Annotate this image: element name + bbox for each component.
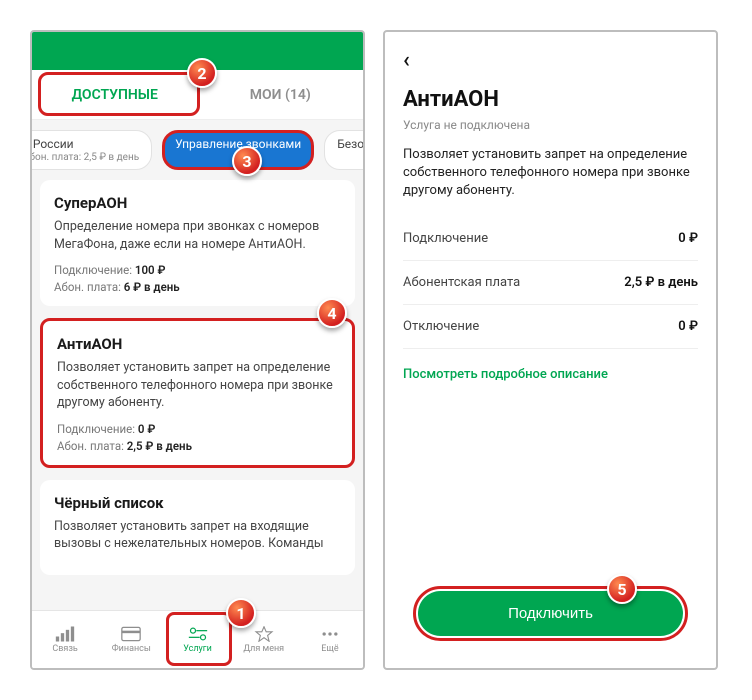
annotation-badge-4: 4 xyxy=(317,298,347,328)
tab-available[interactable]: ДОСТУПНЫЕ xyxy=(32,70,198,119)
price-row-subscription: Абонентская плата 2,5 ₽ в день xyxy=(403,261,698,305)
annotation-badge-5: 5 xyxy=(607,574,637,604)
signal-icon xyxy=(55,626,75,642)
nav-label: Услуги xyxy=(183,644,212,654)
card-connection: Подключение: 100 ₽ xyxy=(54,263,341,277)
card-title: Чёрный список xyxy=(54,494,341,512)
card-desc: Позволяет установить запрет на входящие … xyxy=(54,518,341,553)
card-fee: Абон. плата: 6 ₽ в день xyxy=(54,280,341,294)
back-button[interactable]: ‹ xyxy=(403,48,698,73)
card-fee: Абон. плата: 2,5 ₽ в день xyxy=(57,439,338,453)
nav-label: Финансы xyxy=(112,644,151,654)
chip-security[interactable]: Безопас xyxy=(324,130,363,170)
chip-sublabel: Абон. плата: 2,5 ₽ в день xyxy=(32,152,139,163)
bottom-nav: Связь Финансы Услуги Для меня Ещё xyxy=(32,610,363,668)
price-label: Отключение xyxy=(403,319,479,334)
screen-services-list: ДОСТУПНЫЕ МОИ (14) о России Абон. плата:… xyxy=(30,30,365,670)
chip-label: о России xyxy=(32,137,74,151)
services-list: СуперАОН Определение номера при звонках … xyxy=(32,180,363,610)
annotation-badge-3: 3 xyxy=(232,146,262,176)
card-icon xyxy=(121,626,141,642)
annotation-badge-2: 2 xyxy=(187,58,217,88)
nav-label: Для меня xyxy=(243,644,284,654)
details-link[interactable]: Посмотреть подробное описание xyxy=(403,367,698,382)
nav-label: Связь xyxy=(52,644,77,654)
price-label: Абонентская плата xyxy=(403,275,520,290)
tab-mine[interactable]: МОИ (14) xyxy=(198,70,364,119)
service-card-blacklist[interactable]: Чёрный список Позволяет установить запре… xyxy=(40,480,355,575)
card-desc: Позволяет установить запрет на определен… xyxy=(57,359,338,412)
price-label: Подключение xyxy=(403,231,488,246)
sliders-icon xyxy=(188,626,208,642)
service-description: Позволяет установить запрет на определен… xyxy=(403,146,698,201)
service-status: Услуга не подключена xyxy=(403,118,698,132)
price-row-connection: Подключение 0 ₽ xyxy=(403,217,698,261)
service-card-antiaon[interactable]: АнтиАОН Позволяет установить запрет на о… xyxy=(40,318,355,468)
card-title: СуперАОН xyxy=(54,194,341,212)
nav-finance[interactable]: Финансы xyxy=(98,611,164,668)
price-value: 0 ₽ xyxy=(678,231,698,246)
nav-label: Ещё xyxy=(321,644,338,654)
star-icon xyxy=(254,626,274,642)
filter-chips: о России Абон. плата: 2,5 ₽ в день Управ… xyxy=(32,120,363,180)
screen-service-detail: ‹ АнтиАОН Услуга не подключена Позволяет… xyxy=(383,30,718,670)
connect-button[interactable]: Подключить xyxy=(418,591,684,636)
service-card-superaon[interactable]: СуперАОН Определение номера при звонках … xyxy=(40,180,355,306)
card-title: АнтиАОН xyxy=(57,335,338,353)
annotation-badge-1: 1 xyxy=(226,598,256,628)
card-desc: Определение номера при звонках с номеров… xyxy=(54,218,341,253)
chip-russia[interactable]: о России Абон. плата: 2,5 ₽ в день xyxy=(32,130,152,170)
nav-connection[interactable]: Связь xyxy=(32,611,98,668)
price-row-disconnection: Отключение 0 ₽ xyxy=(403,305,698,349)
service-title: АнтиАОН xyxy=(403,87,698,112)
price-value: 2,5 ₽ в день xyxy=(624,275,698,290)
nav-services[interactable]: Услуги xyxy=(164,611,230,668)
price-value: 0 ₽ xyxy=(678,319,698,334)
nav-more[interactable]: Ещё xyxy=(297,611,363,668)
card-connection: Подключение: 0 ₽ xyxy=(57,422,338,436)
dots-icon xyxy=(320,626,340,642)
